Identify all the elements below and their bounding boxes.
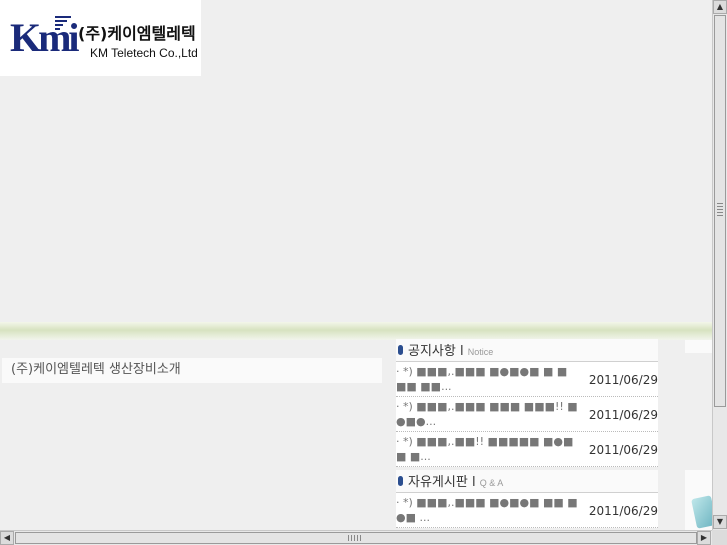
qna-row[interactable]: · *) ■■■,.■■■ ■●■●■ ■■ ■ ●■ ... 2011/06/…: [396, 493, 658, 528]
notice-row-date: 2011/06/29: [588, 408, 658, 422]
qna-row-title[interactable]: · *) ■■■,.■■■ ■●■●■ ■■ ■ ●■ ...: [396, 495, 581, 525]
qna-row-date: 2011/06/29: [588, 504, 658, 518]
scroll-corner: [712, 530, 727, 545]
notice-subtitle: Notice: [467, 347, 494, 357]
title-separator: l: [459, 344, 464, 359]
decorative-band: [0, 322, 712, 340]
qna-subtitle: Q & A: [479, 478, 504, 488]
notice-row-date: 2011/06/29: [588, 443, 658, 457]
vertical-scrollbar[interactable]: ▲ ▼: [712, 0, 727, 530]
notice-header[interactable]: 공지사항 l Notice: [396, 339, 658, 362]
notice-row-date: 2011/06/29: [588, 373, 658, 387]
scroll-left-button[interactable]: ◀: [0, 531, 14, 545]
vertical-scroll-thumb[interactable]: [714, 15, 726, 407]
bullet-icon: [398, 345, 403, 355]
horizontal-scrollbar[interactable]: ◀ ▶: [0, 530, 712, 545]
logo-bars-icon: [55, 16, 71, 32]
company-logo[interactable]: Kmi (주)케이엠텔레텍 KM Teletech Co.,Ltd: [0, 0, 201, 76]
side-panel: [685, 340, 712, 353]
bullet-icon: [398, 476, 403, 486]
notice-row[interactable]: · *) ■■■,.■■■ ■■■ ■■■!! ■ ●■●... 2011/06…: [396, 397, 658, 432]
scroll-down-button[interactable]: ▼: [713, 515, 727, 529]
scroll-up-button[interactable]: ▲: [713, 0, 727, 14]
horizontal-scroll-thumb[interactable]: [15, 532, 697, 544]
notice-row-title[interactable]: · *) ■■■,.■■■ ■■■ ■■■!! ■ ●■●...: [396, 399, 581, 429]
scroll-right-button[interactable]: ▶: [697, 531, 711, 545]
title-separator: l: [471, 475, 476, 490]
company-name-korean: (주)케이엠텔레텍: [78, 24, 196, 43]
grip-icon: [348, 535, 362, 541]
notice-row[interactable]: · *) ■■■,.■■■ ■●■●■ ■ ■ ■■ ■■... 2011/06…: [396, 362, 658, 397]
notice-board: 공지사항 l Notice · *) ■■■,.■■■ ■●■●■ ■ ■ ■■…: [396, 339, 658, 467]
qna-title: 자유게시판: [408, 475, 468, 490]
notice-row-title[interactable]: · *) ■■■,.■■!! ■■■■■ ■●■ ■ ■...: [396, 434, 581, 464]
company-name-english: KM Teletech Co.,Ltd: [90, 46, 198, 60]
qna-board: 자유게시판 l Q & A · *) ■■■,.■■■ ■●■●■ ■■ ■ ●…: [396, 470, 658, 528]
page-title: (주)케이엠텔레텍 생산장비소개: [2, 358, 382, 383]
qna-header[interactable]: 자유게시판 l Q & A: [396, 470, 658, 493]
notice-row[interactable]: · *) ■■■,.■■!! ■■■■■ ■●■ ■ ■... 2011/06/…: [396, 432, 658, 467]
notice-row-title[interactable]: · *) ■■■,.■■■ ■●■●■ ■ ■ ■■ ■■...: [396, 364, 581, 394]
grip-icon: [717, 203, 723, 217]
notice-title: 공지사항: [408, 344, 456, 359]
